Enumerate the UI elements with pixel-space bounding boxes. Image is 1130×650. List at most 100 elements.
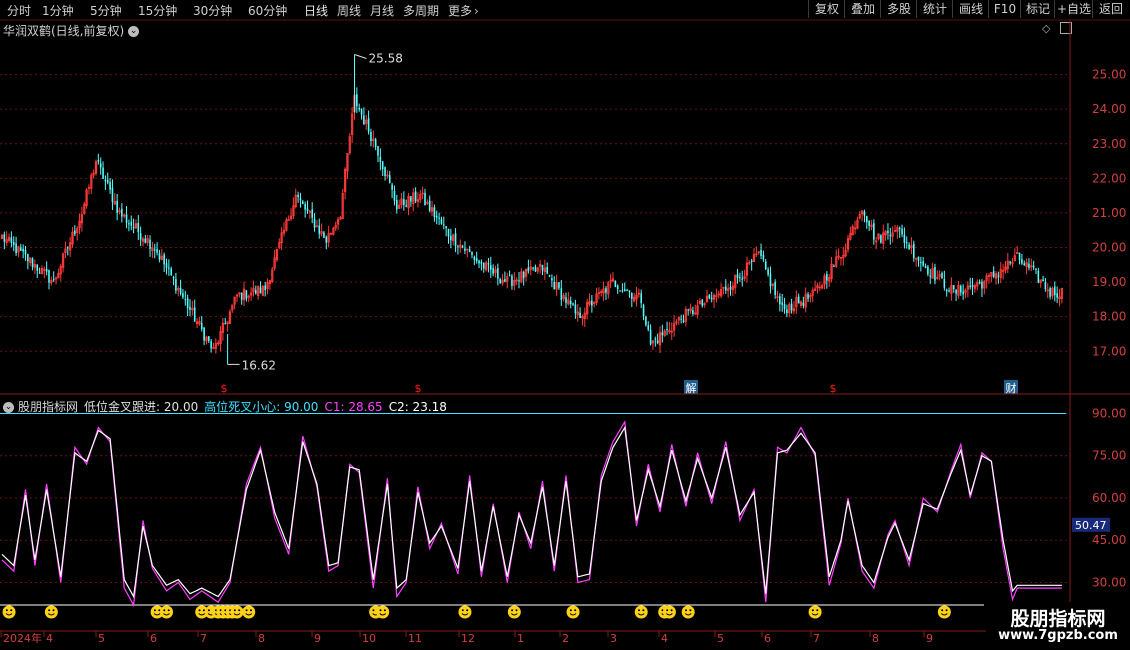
smiley-eye <box>642 609 645 612</box>
candle-body <box>447 228 450 237</box>
candle-body <box>898 227 901 230</box>
smiley-eye <box>5 609 8 612</box>
candle-body <box>680 318 682 320</box>
candle-body <box>797 296 800 304</box>
smiley-face <box>242 605 256 619</box>
candle-body <box>149 239 151 249</box>
candle-body <box>137 222 140 233</box>
indicator-tick-label: 45.00 <box>1092 533 1126 547</box>
smiley-eye <box>670 609 673 612</box>
candle-body <box>22 248 24 252</box>
candle-body <box>948 290 950 292</box>
candle-body <box>741 278 744 280</box>
candle-body <box>116 200 118 213</box>
candle-body <box>981 281 983 289</box>
month-label: 2024年 <box>3 631 42 645</box>
candle-body <box>565 297 567 304</box>
smiley-face <box>808 605 822 619</box>
candle-body <box>255 290 257 294</box>
candle-body <box>569 300 572 305</box>
candle-body <box>905 242 908 244</box>
price-tick-label: 23.00 <box>1092 137 1126 151</box>
candle-body <box>508 275 511 277</box>
smiley-face <box>458 605 472 619</box>
buy-signal-markers <box>2 605 1069 619</box>
candle-body <box>74 230 76 235</box>
smiley-eye <box>198 609 201 612</box>
candle-body <box>511 275 513 286</box>
price-axis: 17.00 18.00 19.00 20.00 21.00 22.00 23.00 24.00… <box>1092 68 1126 359</box>
candle-body <box>790 303 793 311</box>
candle-body <box>762 254 765 260</box>
candle-body <box>616 285 619 290</box>
candle-body <box>626 289 628 291</box>
candle-body <box>445 226 447 229</box>
candle-body <box>710 297 713 300</box>
candle-body <box>1054 286 1056 296</box>
dividend-marker: $ <box>830 382 837 395</box>
candle-body <box>955 289 957 294</box>
candle-body <box>1044 282 1047 290</box>
indicator-tick-label: 75.00 <box>1092 449 1126 463</box>
candlestick-series <box>0 54 1064 365</box>
smiley-face <box>160 605 173 619</box>
candle-body <box>165 263 168 268</box>
candle-body <box>992 271 995 277</box>
indicator-axis: 30.00 45.00 60.00 75.00 90.00 50.47 <box>1072 406 1126 589</box>
candle-body <box>880 235 882 243</box>
candle-body <box>522 271 525 279</box>
candle-body <box>962 291 964 295</box>
candle-body <box>631 292 633 299</box>
smiley-face <box>681 605 695 619</box>
candle-body <box>45 268 48 272</box>
indicator-tick-label: 90.00 <box>1092 406 1126 420</box>
candle-body <box>786 309 788 314</box>
smiley-eye <box>511 609 514 612</box>
event-marker: 财 <box>1006 381 1017 395</box>
candle-body <box>377 146 379 156</box>
candle-body <box>104 179 107 182</box>
candle-body <box>1009 261 1011 264</box>
month-label: 11 <box>408 632 422 645</box>
watermark: 股朋指标网 www.7gpzb.com <box>986 602 1130 650</box>
candle-body <box>193 307 196 322</box>
candle-body <box>424 192 426 205</box>
candle-body <box>318 225 321 234</box>
candle-body <box>887 230 889 234</box>
candle-body <box>370 131 372 142</box>
smiley-eye <box>515 609 518 612</box>
candle-body <box>381 161 384 170</box>
candle-body <box>27 254 29 262</box>
candle-body <box>168 267 170 269</box>
candle-body <box>384 167 386 176</box>
dividend-marker: $ <box>221 382 228 395</box>
candle-body <box>623 289 626 292</box>
smiley-eye <box>466 609 469 612</box>
smiley-eye <box>163 609 166 612</box>
candle-body <box>764 261 767 270</box>
candle-body <box>471 252 473 255</box>
month-label: 4 <box>661 632 668 645</box>
candle-body <box>102 167 104 179</box>
smiley-face <box>662 605 676 619</box>
stock-chart-window: { "toolbar": { "timeframes": ["分时","1分钟"… <box>0 0 1130 650</box>
smiley-eye <box>685 609 687 612</box>
candle-body <box>863 211 866 216</box>
candle-body <box>927 266 929 275</box>
smiley-face <box>507 605 521 619</box>
candle-body <box>934 266 936 281</box>
candle-body <box>440 219 443 224</box>
smiley-eye <box>158 609 161 612</box>
candle-body <box>518 280 520 282</box>
candle-body <box>156 249 158 253</box>
candle-body <box>356 94 358 107</box>
candle-body <box>873 223 875 240</box>
candle-body <box>358 108 360 110</box>
candle-body <box>323 232 325 238</box>
candle-body <box>833 265 835 267</box>
candle-body <box>200 323 203 330</box>
current-value-label: 50.47 <box>1075 519 1107 532</box>
candle-body <box>1049 288 1051 297</box>
candle-body <box>299 198 302 201</box>
candle-body <box>945 289 948 292</box>
